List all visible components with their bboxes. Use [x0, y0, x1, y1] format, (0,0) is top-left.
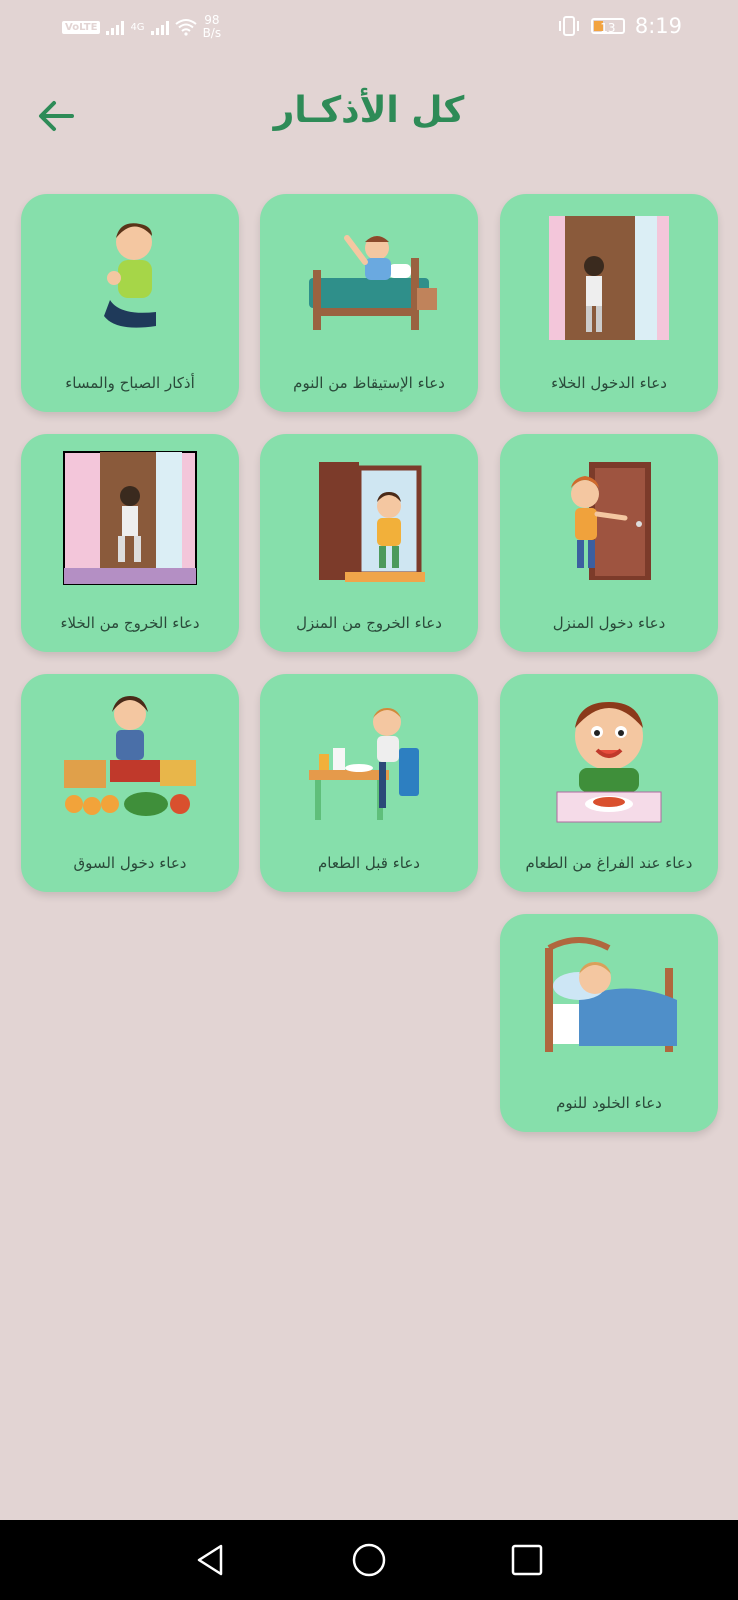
status-bar: VoLTE 4G 98 B/s 13 8:19 [0, 0, 738, 60]
dua-card-label: دعاء الإستيقاظ من النوم [293, 374, 445, 392]
volte-badge: VoLTE [62, 20, 101, 34]
clock: 8:19 [634, 14, 682, 38]
waking-up-illustration [309, 235, 437, 330]
market-illustration [64, 696, 196, 816]
dua-card[interactable]: دعاء دخول المنزل [500, 434, 718, 652]
battery-level: 13 [600, 21, 616, 35]
dua-card-label: دعاء الخلود للنوم [556, 1094, 662, 1112]
after-meal-illustration [556, 702, 662, 823]
dua-card-label: دعاء الدخول الخلاء [551, 374, 667, 392]
nav-recents-icon[interactable] [509, 1542, 545, 1578]
dua-card[interactable]: دعاء دخول السوق [21, 674, 239, 892]
battery-icon: 13 [590, 18, 625, 35]
speed-unit: B/s [202, 26, 222, 40]
status-right: 13 8:19 [557, 14, 682, 38]
dua-card[interactable]: دعاء الخلود للنوم [500, 914, 718, 1132]
restroom-enter-illustration [549, 216, 669, 340]
enter-home-illustration [571, 462, 651, 580]
navigation-bar [0, 1520, 738, 1600]
dua-card-label: دعاء الخروج من المنزل [296, 614, 442, 632]
dua-card-label: دعاء دخول السوق [73, 854, 187, 872]
status-left: VoLTE 4G 98 B/s [62, 14, 221, 40]
page-title: كل الأذكـار [273, 90, 465, 131]
dua-card-label: دعاء قبل الطعام [318, 854, 420, 872]
dua-card[interactable]: دعاء الإستيقاظ من النوم [260, 194, 478, 412]
network-speed: 98 B/s [203, 14, 222, 40]
dua-card[interactable]: دعاء الخروج من المنزل [260, 434, 478, 652]
vibrate-icon [558, 16, 579, 36]
dua-card-label: دعاء عند الفراغ من الطعام [525, 854, 693, 872]
sleeping-illustration [545, 937, 677, 1052]
signal-icon-2 [150, 19, 169, 35]
dua-card[interactable]: أذكار الصباح والمساء [21, 194, 239, 412]
signal-icon [106, 19, 125, 35]
dua-card[interactable]: دعاء الخروج من الخلاء [21, 434, 239, 652]
leave-home-illustration [319, 462, 425, 582]
network-type: 4G [130, 21, 145, 33]
praying-child-illustration [104, 223, 156, 328]
speed-value: 98 [204, 13, 220, 27]
restroom-exit-illustration [63, 451, 197, 585]
dua-card[interactable]: دعاء عند الفراغ من الطعام [500, 674, 718, 892]
nav-home-icon[interactable] [351, 1542, 387, 1578]
dua-card-label: أذكار الصباح والمساء [65, 374, 195, 392]
dua-card-label: دعاء دخول المنزل [552, 614, 666, 632]
dua-card-label: دعاء الخروج من الخلاء [60, 614, 200, 632]
before-meal-illustration [309, 708, 419, 820]
dua-card[interactable]: دعاء قبل الطعام [260, 674, 478, 892]
wifi-icon [174, 19, 197, 36]
nav-back-icon[interactable] [193, 1542, 229, 1578]
dua-card[interactable]: دعاء الدخول الخلاء [500, 194, 718, 412]
